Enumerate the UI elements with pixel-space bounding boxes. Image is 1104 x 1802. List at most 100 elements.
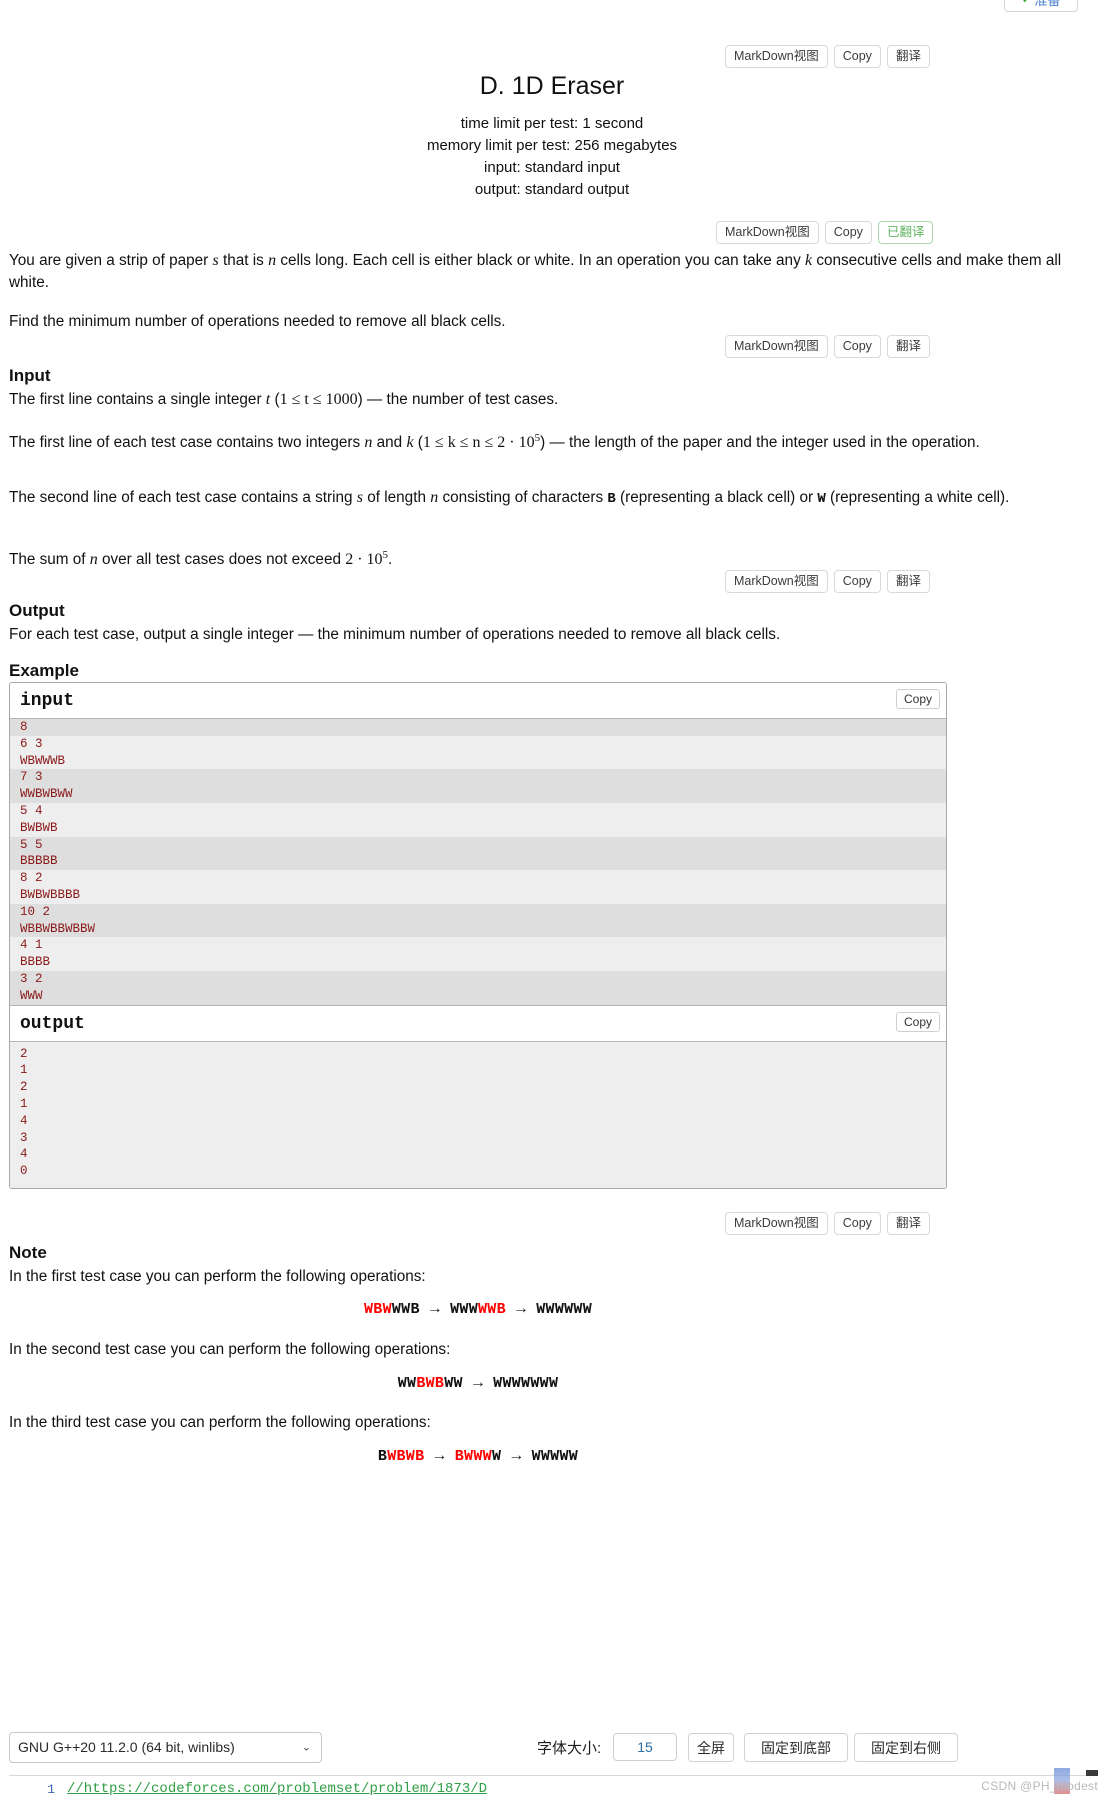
fullscreen-button[interactable]: 全屏 bbox=[688, 1733, 734, 1762]
copy-button[interactable]: Copy bbox=[833, 570, 881, 593]
formula-segment: WW bbox=[444, 1375, 463, 1392]
var-k: k bbox=[804, 252, 813, 269]
text: The second line of each test case contai… bbox=[9, 489, 357, 506]
language-select[interactable]: GNU G++20 11.2.0 (64 bit, winlibs) ⌄ bbox=[9, 1731, 322, 1763]
sample-input-line: 7 3 bbox=[10, 769, 946, 787]
char-W: W bbox=[817, 491, 826, 507]
formula-segment: B bbox=[377, 1448, 388, 1465]
dock-bottom-button[interactable]: 固定到底部 bbox=[744, 1733, 848, 1762]
markdown-view-button[interactable]: MarkDown视图 bbox=[716, 221, 819, 244]
text: over all test cases does not exceed bbox=[97, 551, 346, 569]
translated-status-button[interactable]: 已翻译 bbox=[877, 221, 934, 244]
arrow-icon: → bbox=[512, 1300, 530, 1317]
input-section-heading: Input bbox=[9, 366, 51, 385]
text: of length bbox=[363, 489, 431, 506]
sample-input-header: input Copy bbox=[10, 683, 946, 719]
code-line-text: //https://codeforces.com/problemset/prob… bbox=[67, 1781, 488, 1797]
var-n: n bbox=[268, 252, 277, 269]
sample-input-line: 5 4 bbox=[20, 803, 43, 818]
problem-page: MarkDown视图 Copy 翻译 D. 1D Eraser time lim… bbox=[9, 0, 1095, 1465]
char-B: B bbox=[607, 491, 616, 507]
translate-button[interactable]: 翻译 bbox=[886, 570, 930, 593]
translate-button[interactable]: 翻译 bbox=[886, 335, 930, 358]
line-number: 1 bbox=[47, 1781, 55, 1797]
sample-output-line: 1 bbox=[20, 1096, 28, 1111]
formula-segment: WWW bbox=[450, 1301, 478, 1318]
note-case-3-formula: BWBWB → BWWWW → WWWWW bbox=[9, 1447, 947, 1465]
sample-output-line: 2 bbox=[20, 1080, 28, 1095]
editor-toolbar: GNU G++20 11.2.0 (64 bit, winlibs) ⌄ 字体大… bbox=[9, 1731, 1095, 1763]
arrow-icon: → bbox=[426, 1300, 444, 1317]
sample-output-line: 4 bbox=[20, 1147, 28, 1162]
sample-input-line: WWBWBWW bbox=[10, 786, 946, 803]
formula-segment: WBWB bbox=[387, 1448, 425, 1465]
arrow-icon: → bbox=[431, 1447, 448, 1464]
stmt-text: You are given a strip of paper bbox=[9, 252, 213, 269]
font-size-input[interactable]: 15 bbox=[613, 1733, 677, 1761]
markdown-view-button[interactable]: MarkDown视图 bbox=[725, 335, 828, 358]
memory-limit: memory limit per test: 256 megabytes bbox=[426, 137, 678, 154]
sample-output-label: output bbox=[20, 1013, 85, 1034]
text: (representing a black cell) or bbox=[615, 489, 818, 506]
input-line-2: The first line of each test case contain… bbox=[9, 427, 1095, 454]
sample-input-line: BWBWBBBB bbox=[20, 887, 81, 902]
input-spec: input: standard input bbox=[484, 159, 620, 176]
translate-button[interactable]: 翻译 bbox=[886, 45, 930, 68]
range-nk: 1 ≤ k ≤ n ≤ 2 · 10 bbox=[422, 434, 535, 452]
note-case-3-text: In the third test case you can perform t… bbox=[9, 1414, 431, 1431]
example-heading: Example bbox=[9, 661, 79, 680]
text: consisting of characters bbox=[438, 489, 608, 506]
markdown-view-button[interactable]: MarkDown视图 bbox=[725, 570, 828, 593]
note-case-2-formula: WWBWBWW → WWWWWWW bbox=[9, 1374, 947, 1392]
text: The sum of bbox=[9, 551, 90, 569]
toolbar-statement: MarkDown视图 Copy 已翻译 bbox=[716, 221, 934, 244]
sample-input-line: BBBBB bbox=[10, 853, 946, 871]
toolbar-header: MarkDown视图 Copy 翻译 bbox=[725, 45, 930, 68]
sample-output-header: output Copy bbox=[10, 1004, 946, 1042]
copy-output-button[interactable]: Copy bbox=[895, 1011, 940, 1032]
time-limit: time limit per test: 1 second bbox=[460, 115, 644, 132]
stmt-text: that is bbox=[218, 252, 269, 269]
markdown-view-button[interactable]: MarkDown视图 bbox=[725, 45, 828, 68]
output-section-heading: Output bbox=[9, 601, 65, 620]
arrow-icon: → bbox=[469, 1374, 487, 1391]
input-line-1: The first line contains a single integer… bbox=[9, 389, 558, 411]
arrow-icon: → bbox=[508, 1447, 525, 1464]
sum-bound: 2 · 10 bbox=[345, 551, 383, 569]
sample-input-line: BWBWB bbox=[20, 820, 58, 835]
translate-button[interactable]: 翻译 bbox=[886, 1212, 930, 1235]
text: ) — the length of the paper and the inte… bbox=[540, 434, 980, 452]
sample-input-line: 10 2 bbox=[10, 903, 946, 921]
text: (representing a white cell). bbox=[825, 489, 1010, 506]
note-section-heading: Note bbox=[9, 1243, 47, 1262]
sample-input-line: 4 1 bbox=[20, 938, 43, 953]
sample-input-line: 5 5 bbox=[10, 836, 946, 854]
copy-button[interactable]: Copy bbox=[833, 1212, 881, 1235]
copy-button[interactable]: Copy bbox=[824, 221, 872, 244]
formula-segment: BWB bbox=[416, 1375, 445, 1392]
var-n: n bbox=[430, 489, 439, 506]
copy-button[interactable]: Copy bbox=[833, 335, 881, 358]
font-size-label: 字体大小: bbox=[537, 1740, 602, 1757]
text: ( bbox=[413, 434, 423, 452]
sample-input-body: 86 3 WBWWWB 7 3 WWBWBWW 5 4 BWBWB 5 5 BBBBB 8 2B… bbox=[10, 719, 946, 1005]
formula-segment: WWB bbox=[478, 1301, 506, 1318]
watermark-text: CSDN @PH_modest bbox=[981, 1779, 1098, 1793]
input-line-3: The second line of each test case contai… bbox=[9, 487, 1095, 510]
sample-output-line: 0 bbox=[20, 1164, 28, 1179]
sample-input-line: WBBWBBWBBW bbox=[10, 920, 946, 938]
stmt-text: cells long. Each cell is either black or… bbox=[276, 252, 805, 269]
copy-button[interactable]: Copy bbox=[833, 45, 881, 68]
markdown-view-button[interactable]: MarkDown视图 bbox=[725, 1212, 828, 1235]
formula-segment: WWWWW bbox=[531, 1448, 579, 1465]
language-select-value: GNU G++20 11.2.0 (64 bit, winlibs) bbox=[18, 1739, 235, 1755]
code-editor[interactable]: 1 //https://codeforces.com/problemset/pr… bbox=[9, 1775, 1095, 1802]
dock-right-button[interactable]: 固定到右侧 bbox=[854, 1733, 958, 1762]
sample-output-line: 4 bbox=[20, 1113, 28, 1128]
note-case-1-formula: WBWWWB → WWWWWB → WWWWWW bbox=[9, 1300, 947, 1318]
sample-input-line: WWW bbox=[10, 987, 946, 1005]
sample-input-label: input bbox=[20, 691, 75, 711]
copy-input-button[interactable]: Copy bbox=[895, 689, 940, 709]
cursor-block bbox=[1086, 1770, 1098, 1776]
sample-output-line: 1 bbox=[20, 1063, 28, 1078]
